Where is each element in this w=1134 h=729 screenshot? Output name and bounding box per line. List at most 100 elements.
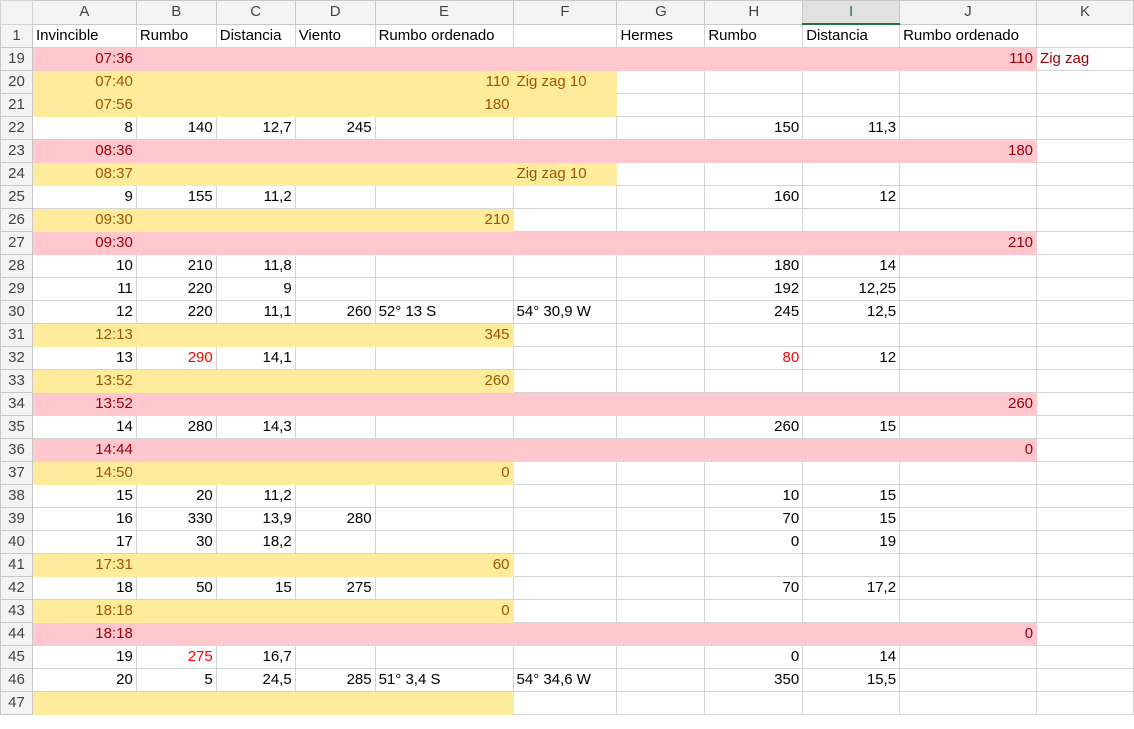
cell[interactable] bbox=[704, 438, 804, 462]
cell[interactable] bbox=[802, 47, 901, 71]
cell[interactable] bbox=[802, 70, 901, 94]
cell[interactable]: 12:13 bbox=[31, 323, 137, 347]
cell[interactable]: 280 bbox=[294, 507, 376, 531]
cell[interactable] bbox=[616, 461, 706, 485]
cell[interactable] bbox=[374, 691, 514, 715]
cell[interactable] bbox=[294, 208, 376, 232]
cell[interactable]: 245 bbox=[704, 300, 804, 324]
cell[interactable]: 13:52 bbox=[31, 369, 137, 393]
cell[interactable] bbox=[899, 70, 1038, 94]
cell[interactable] bbox=[616, 323, 706, 347]
cell[interactable] bbox=[704, 461, 804, 485]
cell[interactable] bbox=[616, 185, 706, 209]
cell[interactable]: 30 bbox=[135, 530, 217, 554]
cell[interactable] bbox=[215, 139, 296, 163]
cell[interactable] bbox=[374, 231, 514, 255]
cell[interactable] bbox=[1036, 438, 1134, 462]
cell[interactable]: 12,7 bbox=[215, 116, 296, 140]
cell[interactable]: 220 bbox=[135, 277, 217, 301]
cell[interactable] bbox=[802, 599, 901, 623]
cell[interactable]: Rumbo bbox=[704, 23, 804, 48]
cell[interactable] bbox=[899, 162, 1038, 186]
cell[interactable] bbox=[802, 162, 901, 186]
cell[interactable] bbox=[616, 300, 706, 324]
cell[interactable] bbox=[374, 116, 514, 140]
cell[interactable] bbox=[616, 553, 706, 577]
cell[interactable]: 110 bbox=[899, 47, 1038, 71]
cell[interactable]: 0 bbox=[374, 599, 514, 623]
cell[interactable]: 14,3 bbox=[215, 415, 296, 439]
cell[interactable]: 16,7 bbox=[215, 645, 296, 669]
cell[interactable]: 9 bbox=[215, 277, 296, 301]
cell[interactable] bbox=[215, 553, 296, 577]
cell[interactable]: 11,8 bbox=[215, 254, 296, 278]
cell[interactable]: 50 bbox=[135, 576, 217, 600]
cell[interactable] bbox=[512, 208, 618, 232]
cell[interactable]: 52° 13 S bbox=[374, 300, 514, 324]
cell[interactable] bbox=[704, 691, 804, 715]
cell[interactable]: 09:30 bbox=[31, 208, 137, 232]
cell[interactable] bbox=[512, 645, 618, 669]
row-header[interactable]: 45 bbox=[0, 645, 33, 669]
cell[interactable] bbox=[616, 346, 706, 370]
cell[interactable] bbox=[1036, 116, 1134, 140]
cell[interactable] bbox=[802, 553, 901, 577]
cell[interactable] bbox=[135, 369, 217, 393]
cell[interactable] bbox=[374, 484, 514, 508]
cell[interactable] bbox=[374, 576, 514, 600]
cell[interactable] bbox=[802, 93, 901, 117]
cell[interactable] bbox=[135, 47, 217, 71]
cell[interactable]: 180 bbox=[704, 254, 804, 278]
cell[interactable] bbox=[899, 530, 1038, 554]
cell[interactable]: 15 bbox=[802, 484, 901, 508]
cell[interactable] bbox=[899, 691, 1038, 715]
cell[interactable] bbox=[294, 47, 376, 71]
cell[interactable]: 20 bbox=[31, 668, 137, 692]
cell[interactable] bbox=[215, 162, 296, 186]
cell[interactable] bbox=[135, 139, 217, 163]
cell[interactable] bbox=[704, 208, 804, 232]
cell[interactable]: 51° 3,4 S bbox=[374, 668, 514, 692]
cell[interactable] bbox=[616, 438, 706, 462]
cell[interactable]: 210 bbox=[899, 231, 1038, 255]
cell[interactable]: 80 bbox=[704, 346, 804, 370]
cell[interactable] bbox=[1036, 507, 1134, 531]
cell[interactable]: Hermes bbox=[616, 23, 706, 48]
cell[interactable]: 12 bbox=[31, 300, 137, 324]
row-header[interactable]: 19 bbox=[0, 47, 33, 71]
row-header[interactable]: 42 bbox=[0, 576, 33, 600]
row-header[interactable]: 31 bbox=[0, 323, 33, 347]
cell[interactable]: 345 bbox=[374, 323, 514, 347]
cell[interactable] bbox=[294, 346, 376, 370]
cell[interactable]: 11,3 bbox=[802, 116, 901, 140]
cell[interactable]: 15,5 bbox=[802, 668, 901, 692]
cell[interactable]: 70 bbox=[704, 507, 804, 531]
cell[interactable]: Distancia bbox=[215, 23, 296, 48]
cell[interactable] bbox=[512, 323, 618, 347]
row-header[interactable]: 34 bbox=[0, 392, 33, 416]
cell[interactable]: 15 bbox=[215, 576, 296, 600]
cell[interactable] bbox=[512, 93, 618, 117]
cell[interactable] bbox=[294, 553, 376, 577]
cell[interactable] bbox=[616, 369, 706, 393]
cell[interactable] bbox=[135, 231, 217, 255]
cell[interactable] bbox=[374, 185, 514, 209]
cell[interactable] bbox=[899, 645, 1038, 669]
cell[interactable] bbox=[1036, 369, 1134, 393]
cell[interactable] bbox=[135, 323, 217, 347]
cell[interactable] bbox=[135, 599, 217, 623]
row-header[interactable]: 46 bbox=[0, 668, 33, 692]
cell[interactable]: 14 bbox=[802, 645, 901, 669]
cell[interactable] bbox=[616, 484, 706, 508]
cell[interactable] bbox=[374, 277, 514, 301]
row-header[interactable]: 44 bbox=[0, 622, 33, 646]
row-header[interactable]: 1 bbox=[0, 23, 33, 48]
cell[interactable]: 0 bbox=[899, 622, 1038, 646]
cell[interactable]: 0 bbox=[704, 530, 804, 554]
cell[interactable] bbox=[899, 576, 1038, 600]
cell[interactable] bbox=[1036, 323, 1134, 347]
cell[interactable] bbox=[899, 185, 1038, 209]
cell[interactable] bbox=[294, 70, 376, 94]
cell[interactable] bbox=[899, 277, 1038, 301]
cell[interactable] bbox=[374, 346, 514, 370]
